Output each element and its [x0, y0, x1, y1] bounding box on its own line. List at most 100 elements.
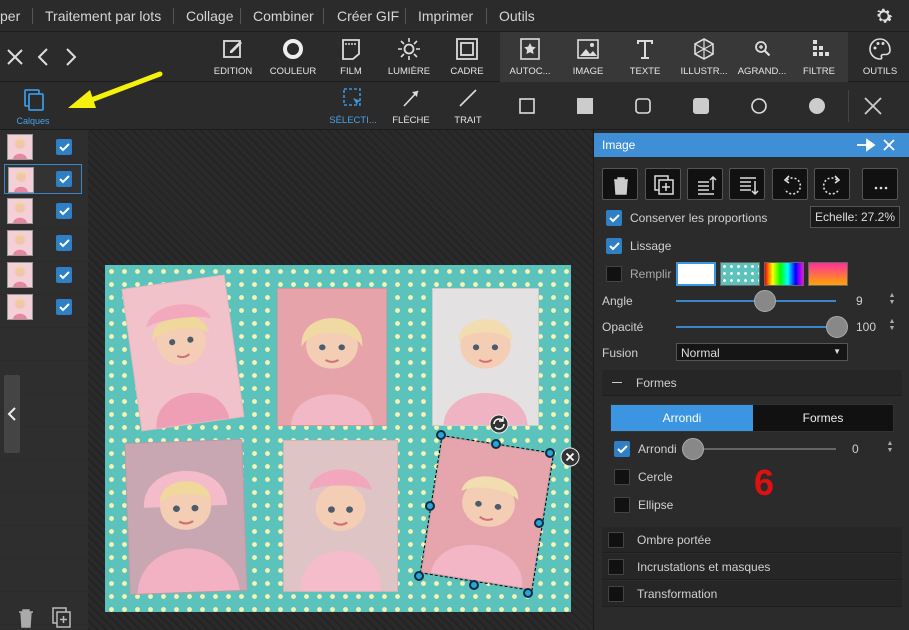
menu-item-gif[interactable]: Créer GIF	[337, 0, 399, 32]
resize-handle[interactable]	[534, 518, 544, 528]
send-to-back-button[interactable]	[729, 168, 765, 200]
blend-select[interactable]: Normal ▼	[676, 343, 848, 361]
rounded-spinner[interactable]: ▲ ▼	[885, 440, 895, 456]
resize-handle[interactable]	[491, 439, 501, 449]
tab-rounded[interactable]: Arrondi	[611, 405, 753, 431]
layer-visibility-checkbox[interactable]	[56, 267, 72, 283]
resize-handle[interactable]	[436, 430, 446, 440]
inlays-section[interactable]: Incrustations et masques	[602, 554, 902, 580]
tool-color[interactable]: COULEUR	[266, 32, 320, 82]
more-options-button[interactable]	[862, 168, 898, 200]
transform-section[interactable]: Transformation	[602, 581, 902, 607]
menu-item-batch[interactable]: Traitement par lots	[45, 0, 161, 32]
tool-edit[interactable]: EDITION	[206, 32, 260, 82]
tool-filter[interactable]: FILTRE	[792, 32, 846, 82]
resize-handle[interactable]	[414, 571, 424, 581]
drop-shadow-checkbox[interactable]	[608, 532, 624, 548]
scale-field[interactable]: Echelle: 27.2%	[810, 206, 900, 228]
resize-handle[interactable]	[545, 448, 555, 458]
layer-row[interactable]	[4, 164, 82, 194]
fill-white-swatch[interactable]	[676, 262, 716, 286]
drop-shadow-section[interactable]: Ombre portée	[602, 527, 902, 553]
resize-handle[interactable]	[469, 580, 479, 590]
rotate-left-button[interactable]	[772, 168, 808, 200]
delete-image-button[interactable]	[602, 168, 638, 200]
collage-photo[interactable]	[124, 438, 248, 596]
keep-ratio-checkbox[interactable]	[606, 210, 622, 226]
tool-autocollage[interactable]: AUTOC...	[503, 32, 557, 82]
tool-line[interactable]: TRAIT	[441, 82, 495, 130]
inlays-checkbox[interactable]	[608, 559, 624, 575]
fill-checkbox[interactable]	[606, 266, 622, 282]
collage-photo[interactable]	[432, 288, 539, 426]
tool-tools[interactable]: OUTILS	[852, 32, 908, 82]
fill-rainbow-swatch[interactable]	[764, 262, 804, 286]
layer-visibility-checkbox[interactable]	[56, 203, 72, 219]
layer-visibility-checkbox[interactable]	[56, 235, 72, 251]
pin-icon[interactable]	[856, 138, 876, 152]
layer-row[interactable]	[4, 132, 82, 162]
rounded-value[interactable]: 0	[852, 442, 859, 456]
layer-visibility-checkbox[interactable]	[56, 171, 72, 187]
resize-handle[interactable]	[523, 588, 533, 598]
opacity-value[interactable]: 100	[856, 320, 876, 334]
shapes-section-header[interactable]: Formes	[602, 370, 902, 396]
layer-row[interactable]	[4, 260, 82, 290]
gear-icon[interactable]	[873, 5, 895, 27]
angle-spinner[interactable]: ▲ ▼	[887, 292, 897, 308]
fill-gradient-swatch[interactable]	[808, 262, 848, 286]
collage-photo[interactable]	[121, 274, 245, 432]
layers-button[interactable]: Calques	[14, 86, 52, 128]
fill-pattern-swatch[interactable]	[720, 262, 760, 286]
opacity-slider-knob[interactable]	[826, 316, 848, 338]
duplicate-layer-icon[interactable]	[52, 607, 72, 629]
layer-visibility-checkbox[interactable]	[56, 299, 72, 315]
rect-outline-icon[interactable]	[519, 98, 535, 114]
collage-photo[interactable]	[283, 440, 398, 592]
trash-icon[interactable]	[17, 608, 35, 628]
layer-visibility-checkbox[interactable]	[56, 139, 72, 155]
layer-row[interactable]	[4, 292, 82, 322]
opacity-spinner[interactable]: ▲ ▼	[887, 318, 897, 334]
tool-light[interactable]: LUMIÈRE	[382, 32, 436, 82]
rounded-slider[interactable]	[686, 448, 836, 450]
selected-collage-photo[interactable]	[419, 434, 555, 592]
rect-filled-icon[interactable]	[577, 98, 593, 114]
rounded-slider-knob[interactable]	[682, 438, 704, 460]
close-panel-icon[interactable]	[883, 139, 895, 151]
bring-to-front-button[interactable]	[687, 168, 723, 200]
circle-checkbox[interactable]	[614, 469, 630, 485]
collage-photo[interactable]	[277, 288, 387, 426]
chevron-left-icon[interactable]	[37, 47, 49, 67]
opacity-slider[interactable]	[676, 326, 836, 328]
circle-filled-icon[interactable]	[809, 98, 825, 114]
tool-film[interactable]: FILM	[324, 32, 378, 82]
circle-outline-icon[interactable]	[751, 98, 767, 114]
close-icon[interactable]	[6, 48, 24, 66]
rotate-handle-icon[interactable]	[489, 414, 509, 434]
resize-handle[interactable]	[425, 501, 435, 511]
tool-arrow[interactable]: FLÈCHE	[384, 82, 438, 130]
smoothing-checkbox[interactable]	[606, 238, 622, 254]
angle-slider-knob[interactable]	[754, 290, 776, 312]
rotate-right-button[interactable]	[814, 168, 850, 200]
collage-canvas[interactable]	[105, 265, 571, 612]
delete-selection-icon[interactable]	[560, 447, 580, 467]
rounded-checkbox[interactable]	[614, 441, 630, 457]
duplicate-image-button[interactable]	[645, 168, 681, 200]
menu-item-combine[interactable]: Combiner	[253, 0, 314, 32]
rounded-rect-filled-icon[interactable]	[693, 98, 709, 114]
tab-shapes[interactable]: Formes	[753, 405, 893, 431]
collapse-panel-button[interactable]	[4, 375, 20, 453]
menu-item-prev[interactable]: per	[0, 0, 20, 32]
transform-checkbox[interactable]	[608, 586, 624, 602]
tool-selection[interactable]: SÉLECTI...	[326, 82, 380, 130]
close-shapes-icon[interactable]	[864, 97, 882, 115]
tool-image[interactable]: IMAGE	[561, 32, 615, 82]
tool-enlarge[interactable]: AGRAND...	[734, 32, 790, 82]
menu-item-tools[interactable]: Outils	[499, 0, 535, 32]
menu-item-print[interactable]: Imprimer	[418, 0, 473, 32]
tool-illustration[interactable]: ILLUSTR...	[676, 32, 732, 82]
ellipse-checkbox[interactable]	[614, 497, 630, 513]
layer-row[interactable]	[4, 196, 82, 226]
